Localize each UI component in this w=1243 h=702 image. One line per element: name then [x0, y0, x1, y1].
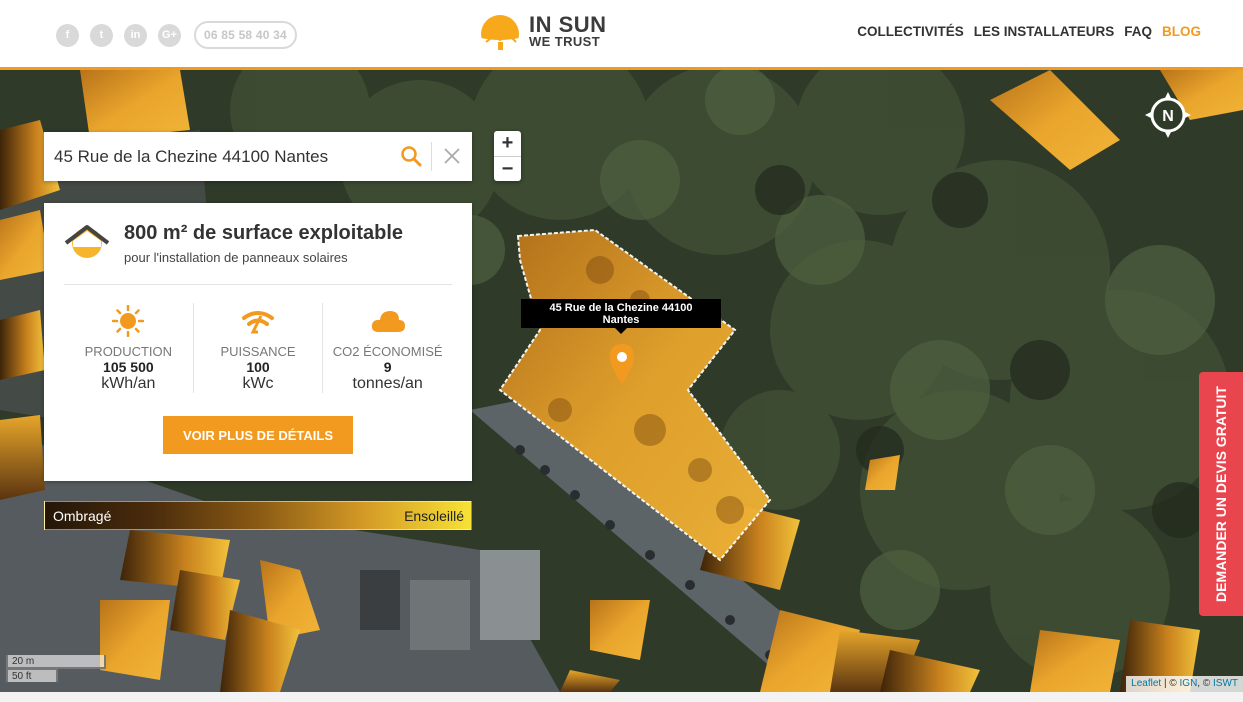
legend-sunny-label: Ensoleillé: [404, 508, 464, 524]
divider: [64, 284, 452, 285]
zoom-control: + −: [494, 131, 521, 181]
stat-label: PUISSANCE: [220, 344, 296, 359]
nav-collectivites[interactable]: COLLECTIVITÉS: [857, 24, 964, 39]
stat-value: 9: [383, 359, 392, 375]
stat-unit: tonnes/an: [352, 375, 423, 392]
logo-line-1: IN SUN: [529, 12, 607, 37]
compass-north-label: N: [1162, 108, 1174, 125]
search-icon[interactable]: [400, 145, 422, 167]
surface-subtitle: pour l'installation de panneaux solaires: [124, 250, 348, 265]
request-quote-label: DEMANDER UN DEVIS GRATUIT: [1213, 386, 1229, 602]
leaflet-link[interactable]: Leaflet: [1131, 678, 1161, 689]
site-header: f t in G+ 06 85 58 40 34 IN SUN WE TRUST…: [0, 0, 1243, 70]
stat-value: 105 500: [103, 359, 154, 375]
address-search-bar: [44, 132, 472, 181]
map-attribution: Leaflet | © IGN, © ISWT: [1126, 676, 1243, 692]
compass-icon: N: [1145, 92, 1191, 138]
stat-co2: CO2 ÉCONOMISÉ 9 tonnes/an: [322, 303, 452, 393]
nav-installateurs[interactable]: LES INSTALLATEURS: [974, 24, 1115, 39]
zoom-out-button[interactable]: −: [494, 156, 521, 181]
attribution-sep: | ©: [1161, 678, 1180, 689]
cloud-icon: [371, 311, 405, 332]
address-search-input[interactable]: [44, 146, 389, 167]
see-more-details-button[interactable]: VOIR PLUS DE DÉTAILS: [163, 416, 353, 454]
sunlight-legend: Ombragé Ensoleillé: [44, 501, 472, 530]
sun-icon: [112, 305, 145, 337]
map-scale: 20 m 50 ft: [6, 655, 106, 682]
zoom-in-button[interactable]: +: [494, 131, 521, 156]
attribution-sep: , ©: [1197, 678, 1213, 689]
address-tooltip: 45 Rue de la Chezine 44100 Nantes: [521, 299, 721, 334]
roof-info-panel: 800 m² de surface exploitable pour l'ins…: [44, 203, 472, 481]
site-logo[interactable]: IN SUN WE TRUST: [478, 12, 607, 54]
request-quote-tab[interactable]: DEMANDER UN DEVIS GRATUIT: [1199, 372, 1243, 616]
signal-icon: [242, 311, 274, 334]
page-bottom-strip: [0, 692, 1243, 702]
scale-metric: 20 m: [6, 655, 106, 669]
search-divider: [431, 142, 432, 171]
ign-link[interactable]: IGN: [1180, 678, 1198, 689]
stat-label: PRODUCTION: [84, 344, 173, 359]
stat-puissance: PUISSANCE 100 kWc: [192, 303, 323, 393]
stat-production: PRODUCTION 105 500 kWh/an: [64, 303, 193, 393]
stat-unit: kWc: [242, 375, 274, 392]
solar-map[interactable]: + − 800 m² de surface exploitable pour l…: [0, 70, 1243, 692]
logo-line-2: WE TRUST: [529, 34, 601, 49]
legend-shaded-label: Ombragé: [53, 508, 112, 524]
stat-value: 100: [246, 359, 270, 375]
linkedin-icon[interactable]: in: [124, 23, 147, 47]
house-sun-icon: [64, 225, 110, 258]
stat-label: CO2 ÉCONOMISÉ: [332, 344, 443, 359]
stat-unit: kWh/an: [101, 375, 156, 392]
surface-title: 800 m² de surface exploitable: [124, 222, 404, 244]
scale-imperial: 50 ft: [6, 668, 58, 682]
facebook-icon[interactable]: f: [56, 23, 79, 47]
nav-faq[interactable]: FAQ: [1124, 24, 1152, 39]
map-pin-icon[interactable]: [608, 343, 636, 385]
phone-number-button[interactable]: 06 85 58 40 34: [194, 21, 297, 49]
twitter-icon[interactable]: t: [90, 23, 113, 47]
tooltip-line-1: 45 Rue de la Chezine 44100: [549, 302, 693, 314]
close-icon[interactable]: [442, 146, 462, 166]
tooltip-line-2: Nantes: [602, 314, 640, 326]
main-nav: COLLECTIVITÉS LES INSTALLATEURS FAQ BLOG: [857, 24, 1201, 39]
nav-blog[interactable]: BLOG: [1162, 24, 1201, 39]
google-plus-icon[interactable]: G+: [158, 23, 181, 47]
sun-logo-icon: [481, 15, 519, 54]
social-links: f t in G+ 06 85 58 40 34: [56, 21, 297, 49]
stats-row: PRODUCTION 105 500 kWh/an PUISSANCE 100 …: [64, 303, 452, 393]
iswt-link[interactable]: ISWT: [1213, 678, 1238, 689]
compass-button[interactable]: N: [1145, 92, 1191, 143]
